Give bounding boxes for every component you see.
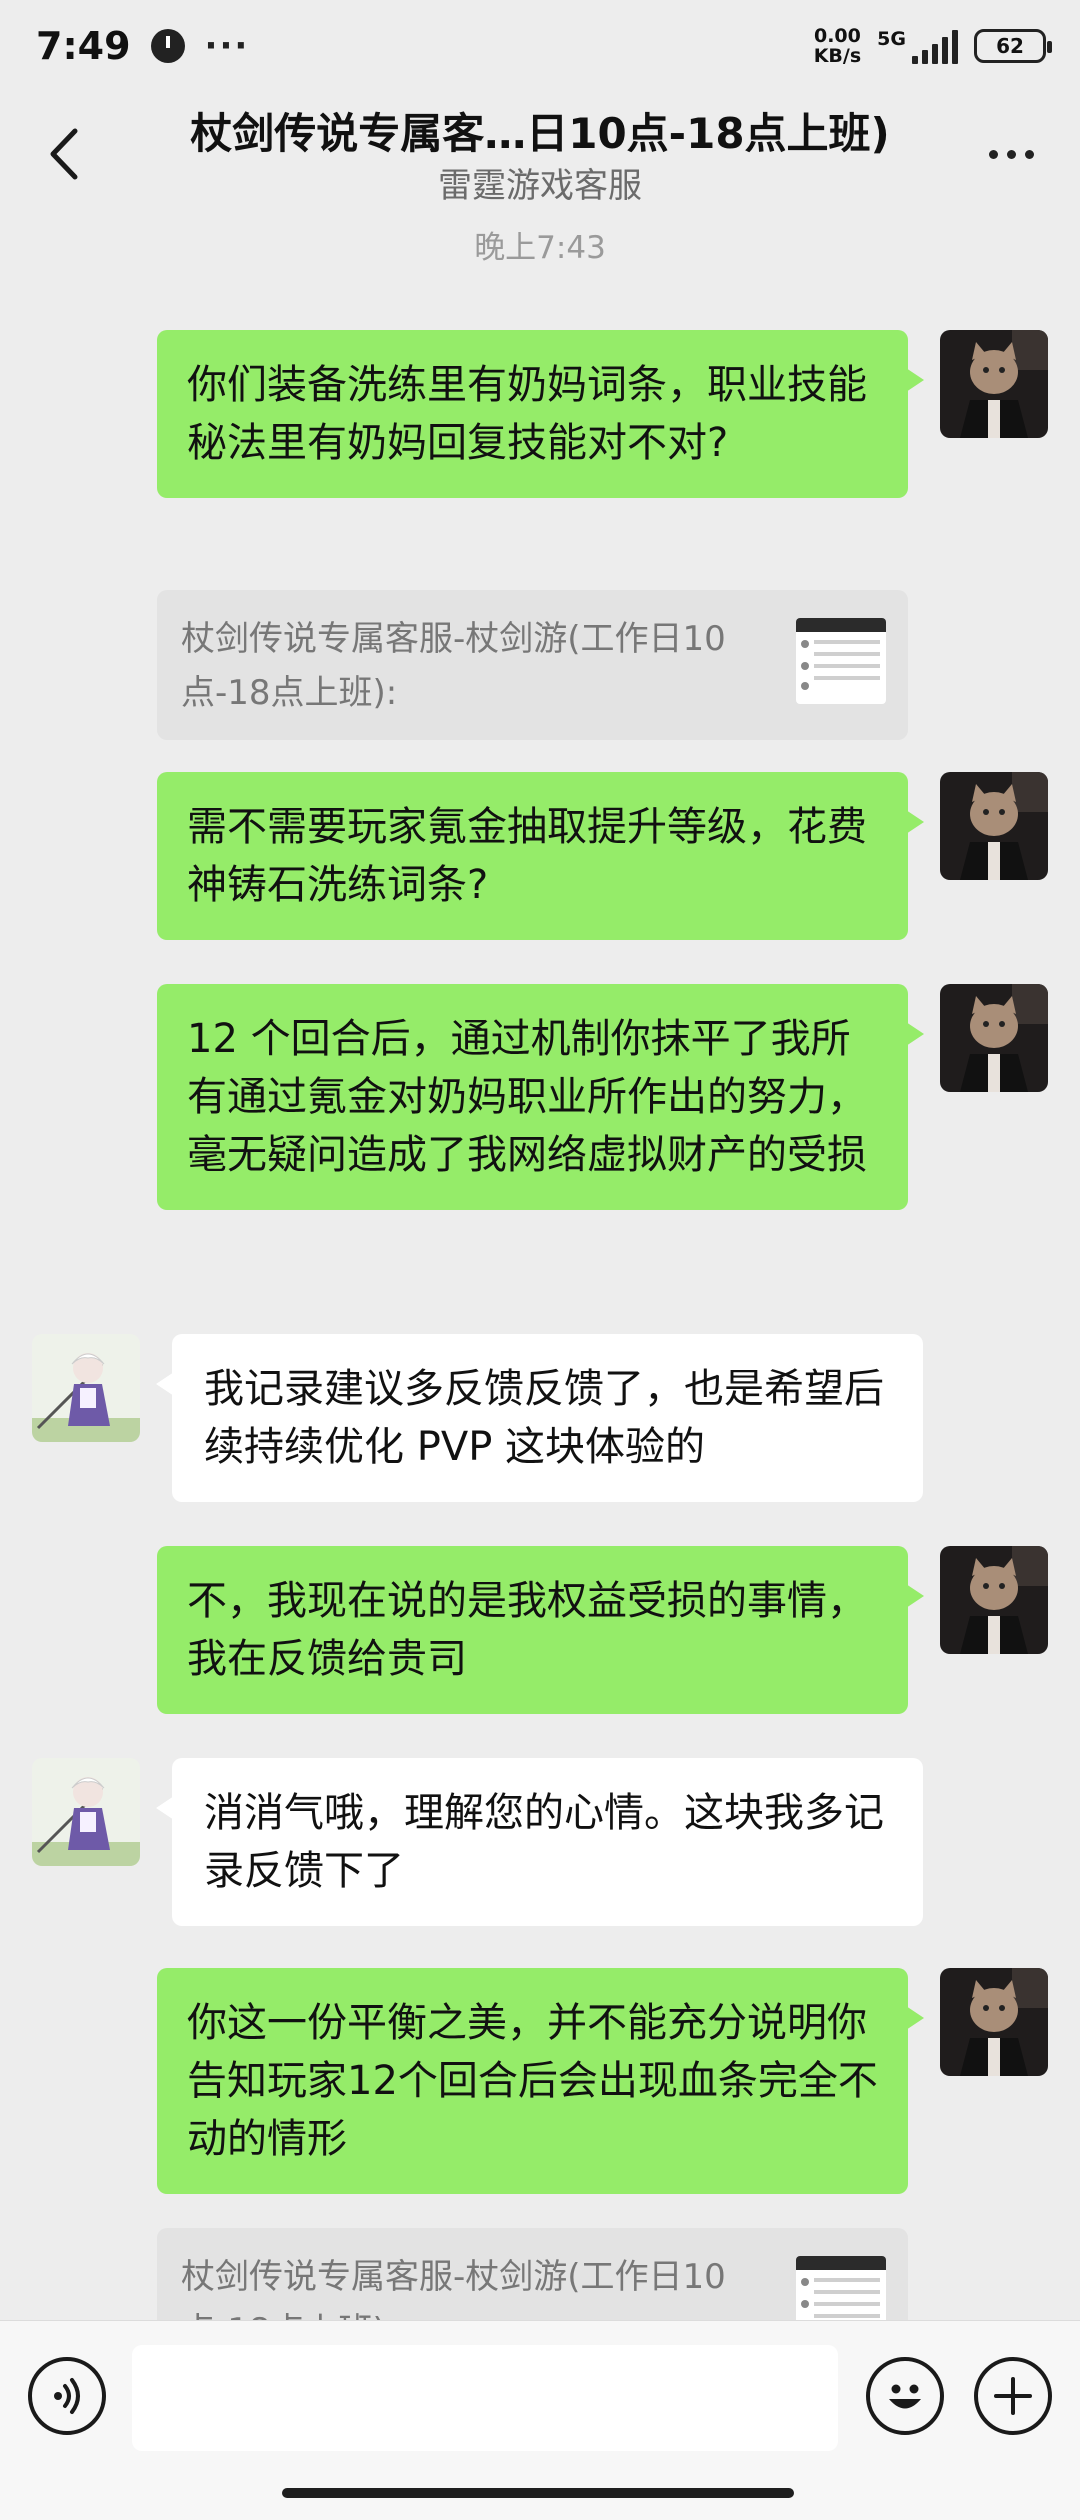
service-avatar[interactable] bbox=[32, 1758, 140, 1866]
chat-subtitle: 雷霆游戏客服 bbox=[438, 166, 642, 206]
message-bubble-outgoing[interactable]: 不，我现在说的是我权益受损的事情，我在反馈给贵司 bbox=[157, 1546, 924, 1714]
message-bubble-outgoing[interactable]: 需不需要玩家氪金抽取提升等级，花费神铸石洗练词条? bbox=[157, 772, 924, 940]
emoji-icon[interactable] bbox=[866, 2357, 944, 2435]
quoted-message[interactable]: 杖剑传说专属客服-杖剑游(工作日10点-18点上班): bbox=[157, 590, 908, 740]
user-avatar[interactable] bbox=[940, 772, 1048, 880]
status-bar: 7:49 ··· 0.00 KB/s 5G 62 bbox=[0, 0, 1080, 92]
user-avatar[interactable] bbox=[940, 1546, 1048, 1654]
status-more-icon: ··· bbox=[204, 26, 250, 66]
battery-level: 62 bbox=[996, 34, 1024, 58]
signal-icon: 5G bbox=[877, 28, 958, 64]
message-bubble-outgoing[interactable]: 你们装备洗练里有奶妈词条，职业技能秘法里有奶妈回复技能对不对? bbox=[157, 330, 924, 498]
status-time: 7:49 bbox=[36, 24, 131, 68]
message-bubble-outgoing[interactable]: 你这一份平衡之美，并不能充分说明你告知玩家12个回合后会出现血条完全不动的情形 bbox=[157, 1968, 924, 2194]
voice-icon[interactable] bbox=[28, 2357, 106, 2435]
clock-icon bbox=[150, 29, 185, 63]
quoted-text: 杖剑传说专属客服-杖剑游(工作日10点-18点上班): bbox=[181, 619, 726, 713]
message-bubble-incoming[interactable]: 消消气哦，理解您的心情。这块我多记录反馈下了 bbox=[156, 1758, 923, 1926]
message-input[interactable] bbox=[132, 2345, 838, 2451]
home-indicator[interactable] bbox=[282, 2488, 794, 2498]
network-speed: 0.00 KB/s bbox=[813, 25, 862, 67]
user-avatar[interactable] bbox=[940, 984, 1048, 1092]
quoted-image-thumbnail[interactable] bbox=[796, 618, 886, 704]
user-avatar[interactable] bbox=[940, 330, 1048, 438]
message-timestamp: 晚上7:43 bbox=[474, 230, 606, 266]
message-bubble-incoming[interactable]: 我记录建议多反馈反馈了，也是希望后续持续优化 PVP 这块体验的 bbox=[156, 1334, 923, 1502]
chat-header: 杖剑传说专属客…日10点-18点上班) 雷霆游戏客服 bbox=[0, 92, 1080, 220]
more-icon[interactable] bbox=[976, 122, 1046, 186]
message-bubble-outgoing[interactable]: 12 个回合后，通过机制你抹平了我所有通过氪金对奶妈职业所作出的努力，毫无疑问造… bbox=[157, 984, 924, 1210]
chat-title: 杖剑传说专属客…日10点-18点上班) bbox=[190, 109, 890, 158]
battery-icon: 62 bbox=[974, 29, 1052, 63]
service-avatar[interactable] bbox=[32, 1334, 140, 1442]
chevron-left-icon[interactable] bbox=[34, 122, 94, 186]
user-avatar[interactable] bbox=[940, 1968, 1048, 2076]
plus-icon[interactable] bbox=[974, 2357, 1052, 2435]
